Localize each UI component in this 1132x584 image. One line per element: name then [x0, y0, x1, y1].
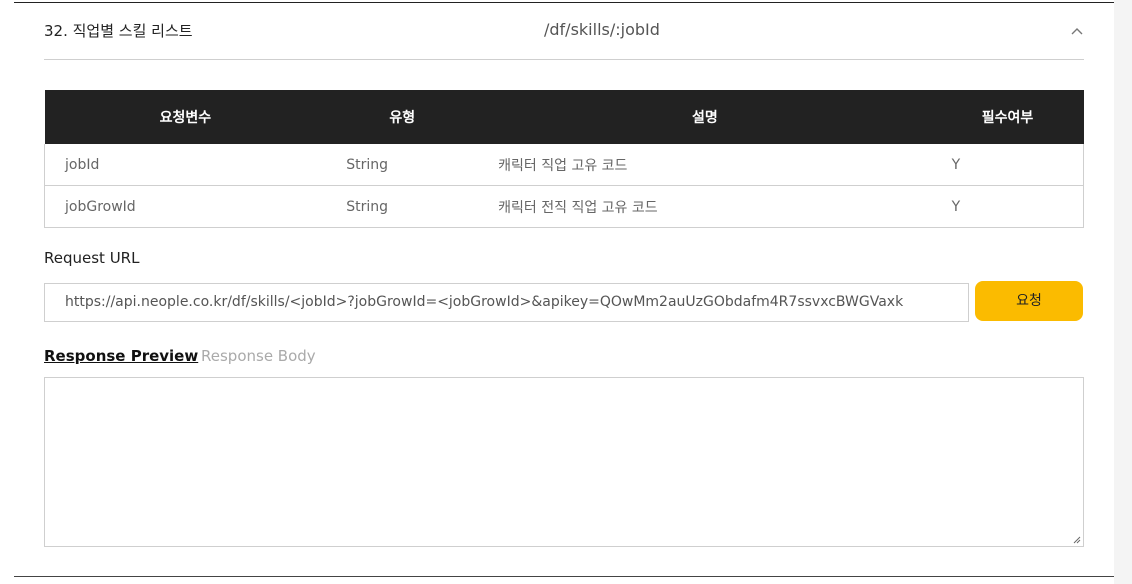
- param-required: Y: [931, 185, 1084, 228]
- param-type: String: [326, 144, 479, 186]
- param-required: Y: [931, 144, 1084, 186]
- request-url-field[interactable]: https://api.neople.co.kr/df/skills/<jobI…: [44, 283, 969, 322]
- response-output[interactable]: [44, 377, 1084, 547]
- tab-response-body[interactable]: Response Body: [201, 347, 316, 365]
- api-section-panel: 32. 직업별 스킬 리스트 /df/skills/:jobId 요청변수 유형…: [0, 0, 1114, 584]
- request-url-value: https://api.neople.co.kr/df/skills/<jobI…: [65, 294, 904, 310]
- table-row: jobId String 캐릭터 직업 고유 코드 Y: [44, 144, 1084, 186]
- param-type: String: [326, 185, 479, 228]
- param-name: jobGrowId: [44, 185, 327, 228]
- tab-response-preview[interactable]: Response Preview: [44, 347, 198, 365]
- section-title: 32. 직업별 스킬 리스트: [44, 22, 193, 40]
- param-desc: 캐릭터 전직 직업 고유 코드: [478, 185, 932, 228]
- chevron-up-icon[interactable]: [1068, 22, 1086, 40]
- header-param-type: 유형: [326, 90, 479, 144]
- table-row: jobGrowId String 캐릭터 전직 직업 고유 코드 Y: [44, 185, 1084, 228]
- param-desc: 캐릭터 직업 고유 코드: [478, 144, 932, 186]
- header-divider: [44, 59, 1084, 60]
- header-param-desc: 설명: [478, 90, 932, 144]
- request-url-label: Request URL: [44, 249, 140, 267]
- top-border: [14, 2, 1114, 3]
- resize-grip-icon[interactable]: [1073, 536, 1081, 544]
- header-param-required: 필수여부: [931, 90, 1084, 144]
- request-button[interactable]: 요청: [975, 281, 1083, 321]
- params-table: 요청변수 유형 설명 필수여부 jobId String 캐릭터 직업 고유 코…: [44, 90, 1084, 228]
- bottom-border: [14, 576, 1114, 577]
- param-name: jobId: [44, 144, 327, 186]
- endpoint-path: /df/skills/:jobId: [544, 20, 660, 39]
- params-header-row: 요청변수 유형 설명 필수여부: [44, 90, 1084, 144]
- header-param-name: 요청변수: [44, 90, 327, 144]
